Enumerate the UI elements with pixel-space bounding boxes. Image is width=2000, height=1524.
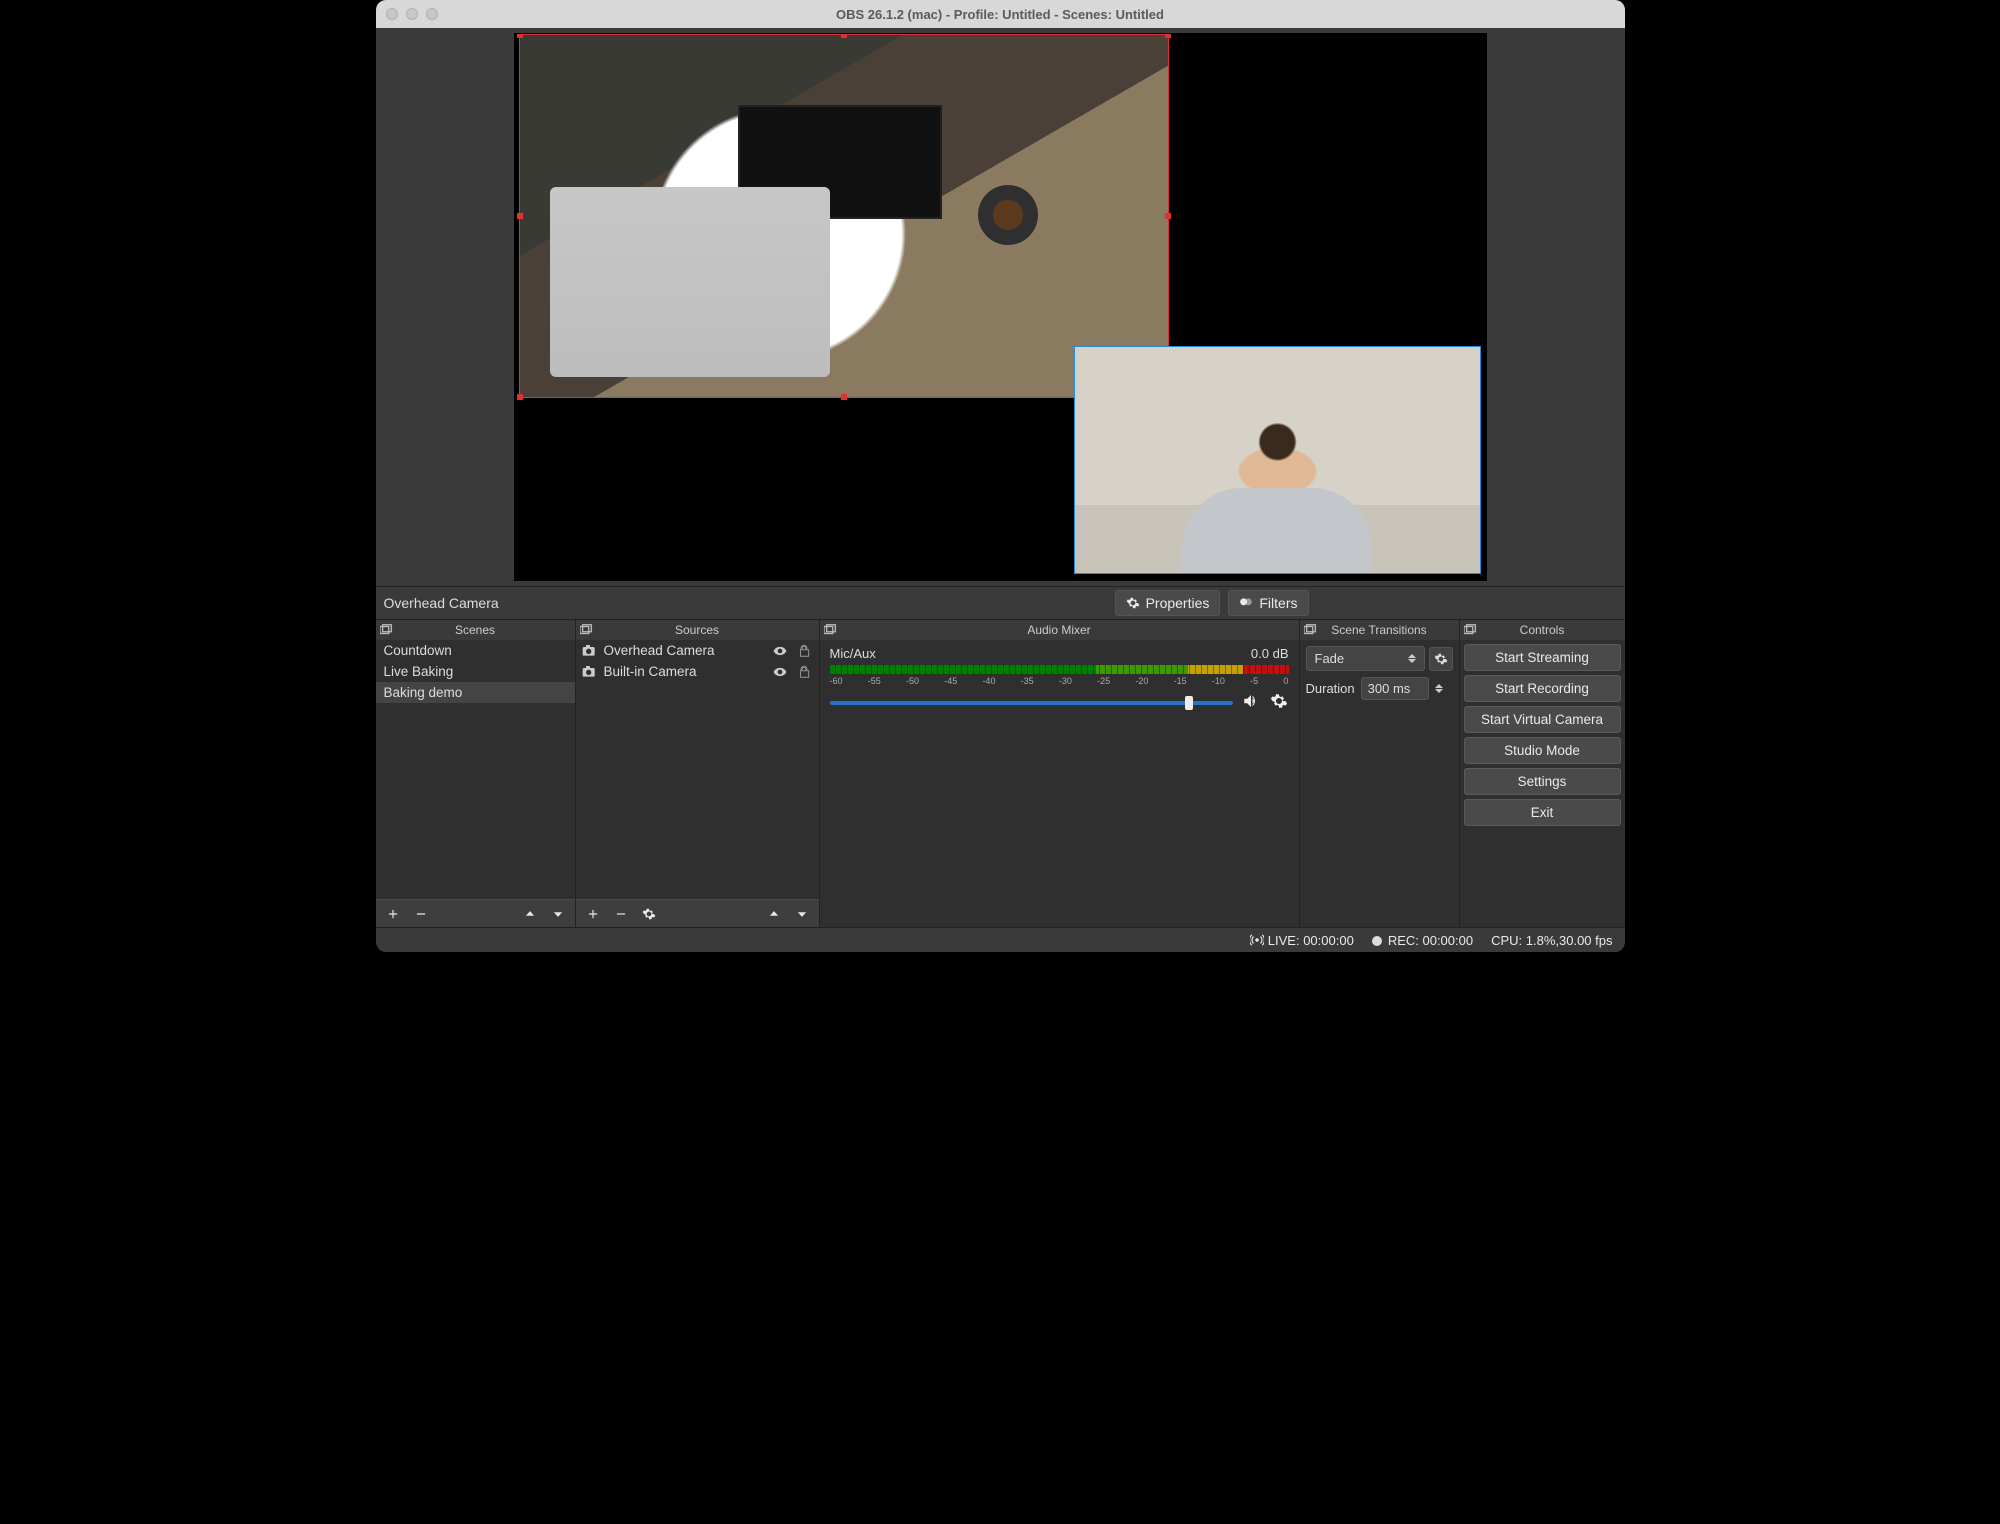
channel-level: 0.0 dB bbox=[1251, 646, 1289, 661]
duration-label: Duration bbox=[1306, 681, 1355, 696]
source-name: Overhead Camera bbox=[604, 643, 765, 658]
source-item[interactable]: Built-in Camera bbox=[576, 661, 819, 682]
status-bar: LIVE: 00:00:00 REC: 00:00:00 CPU: 1.8%,3… bbox=[376, 928, 1625, 952]
scene-item[interactable]: Baking demo bbox=[376, 682, 575, 703]
mixer-header: Audio Mixer bbox=[820, 620, 1299, 640]
scenes-panel: Scenes CountdownLive BakingBaking demo bbox=[376, 620, 576, 927]
source-item[interactable]: Overhead Camera bbox=[576, 640, 819, 661]
source-name: Built-in Camera bbox=[604, 664, 765, 679]
preview-area bbox=[376, 28, 1625, 586]
control-button[interactable]: Studio Mode bbox=[1464, 737, 1621, 764]
dock-icon[interactable] bbox=[580, 624, 594, 636]
add-scene-button[interactable] bbox=[380, 903, 406, 925]
channel-name: Mic/Aux bbox=[830, 646, 876, 661]
source-toolbar: Overhead Camera Properties Filters bbox=[376, 586, 1625, 620]
control-button[interactable]: Start Virtual Camera bbox=[1464, 706, 1621, 733]
visibility-toggle[interactable] bbox=[771, 644, 789, 658]
visibility-toggle[interactable] bbox=[771, 665, 789, 679]
move-source-up-button[interactable] bbox=[761, 903, 787, 925]
transitions-header: Scene Transitions bbox=[1300, 620, 1459, 640]
cpu-status: CPU: 1.8%,30.00 fps bbox=[1491, 933, 1612, 948]
sources-footer bbox=[576, 899, 819, 927]
audio-mixer-panel: Audio Mixer Mic/Aux 0.0 dB -60-55-50-45-… bbox=[820, 620, 1300, 927]
control-button[interactable]: Start Streaming bbox=[1464, 644, 1621, 671]
bottom-panels: Scenes CountdownLive BakingBaking demo S… bbox=[376, 620, 1625, 928]
rec-status: REC: 00:00:00 bbox=[1372, 933, 1473, 948]
move-source-down-button[interactable] bbox=[789, 903, 815, 925]
transitions-body: Fade Duration 300 ms bbox=[1300, 640, 1459, 927]
volume-slider[interactable] bbox=[830, 701, 1233, 705]
source-properties-button[interactable] bbox=[636, 903, 662, 925]
duration-input[interactable]: 300 ms bbox=[1361, 677, 1429, 700]
scenes-list[interactable]: CountdownLive BakingBaking demo bbox=[376, 640, 575, 899]
lock-toggle[interactable] bbox=[795, 665, 813, 679]
control-button[interactable]: Exit bbox=[1464, 799, 1621, 826]
preview-canvas[interactable] bbox=[515, 34, 1486, 580]
control-button[interactable]: Settings bbox=[1464, 768, 1621, 795]
broadcast-icon bbox=[1250, 933, 1264, 947]
source-preview-overhead[interactable] bbox=[519, 34, 1169, 398]
control-button[interactable]: Start Recording bbox=[1464, 675, 1621, 702]
minimize-icon[interactable] bbox=[406, 8, 418, 20]
remove-scene-button[interactable] bbox=[408, 903, 434, 925]
transition-select[interactable]: Fade bbox=[1306, 646, 1425, 671]
filters-icon bbox=[1239, 596, 1253, 610]
window-title: OBS 26.1.2 (mac) - Profile: Untitled - S… bbox=[376, 7, 1625, 22]
lock-toggle[interactable] bbox=[795, 644, 813, 658]
scene-item[interactable]: Live Baking bbox=[376, 661, 575, 682]
mixer-body: Mic/Aux 0.0 dB -60-55-50-45-40-35-30-25-… bbox=[820, 640, 1299, 927]
duration-spinner[interactable] bbox=[1435, 684, 1443, 693]
scenes-header: Scenes bbox=[376, 620, 575, 640]
app-window: OBS 26.1.2 (mac) - Profile: Untitled - S… bbox=[376, 0, 1625, 952]
level-meter bbox=[830, 665, 1289, 674]
meter-ticks: -60-55-50-45-40-35-30-25-20-15-10-50 bbox=[830, 676, 1289, 686]
controls-header: Controls bbox=[1460, 620, 1625, 640]
mute-button[interactable] bbox=[1241, 692, 1261, 713]
dock-icon[interactable] bbox=[380, 624, 394, 636]
maximize-icon[interactable] bbox=[426, 8, 438, 20]
properties-button[interactable]: Properties bbox=[1115, 590, 1221, 616]
move-scene-down-button[interactable] bbox=[545, 903, 571, 925]
camera-icon bbox=[582, 666, 598, 678]
sources-list[interactable]: Overhead Camera Built-in Camera bbox=[576, 640, 819, 899]
move-scene-up-button[interactable] bbox=[517, 903, 543, 925]
scenes-footer bbox=[376, 899, 575, 927]
gear-icon bbox=[1126, 596, 1140, 610]
mixer-channel: Mic/Aux 0.0 dB -60-55-50-45-40-35-30-25-… bbox=[820, 640, 1299, 719]
channel-settings-button[interactable] bbox=[1269, 692, 1289, 713]
remove-source-button[interactable] bbox=[608, 903, 634, 925]
controls-body: Start Streaming Start Recording Start Virt… bbox=[1460, 640, 1625, 927]
live-status: LIVE: 00:00:00 bbox=[1250, 933, 1354, 948]
dock-icon[interactable] bbox=[1304, 624, 1318, 636]
close-icon[interactable] bbox=[386, 8, 398, 20]
transitions-panel: Scene Transitions Fade Duration 300 ms bbox=[1300, 620, 1460, 927]
dock-icon[interactable] bbox=[1464, 624, 1478, 636]
filters-button[interactable]: Filters bbox=[1228, 590, 1308, 616]
titlebar: OBS 26.1.2 (mac) - Profile: Untitled - S… bbox=[376, 0, 1625, 28]
add-source-button[interactable] bbox=[580, 903, 606, 925]
camera-icon bbox=[582, 645, 598, 657]
sources-header: Sources bbox=[576, 620, 819, 640]
source-preview-builtin[interactable] bbox=[1074, 346, 1481, 574]
sources-panel: Sources Overhead Camera Built-in Camera bbox=[576, 620, 820, 927]
scene-item[interactable]: Countdown bbox=[376, 640, 575, 661]
dock-icon[interactable] bbox=[824, 624, 838, 636]
controls-panel: Controls Start StreamingStart RecordingS… bbox=[1460, 620, 1625, 927]
transition-settings-button[interactable] bbox=[1429, 647, 1453, 671]
selected-source-label: Overhead Camera bbox=[384, 595, 499, 611]
window-controls bbox=[386, 8, 438, 20]
